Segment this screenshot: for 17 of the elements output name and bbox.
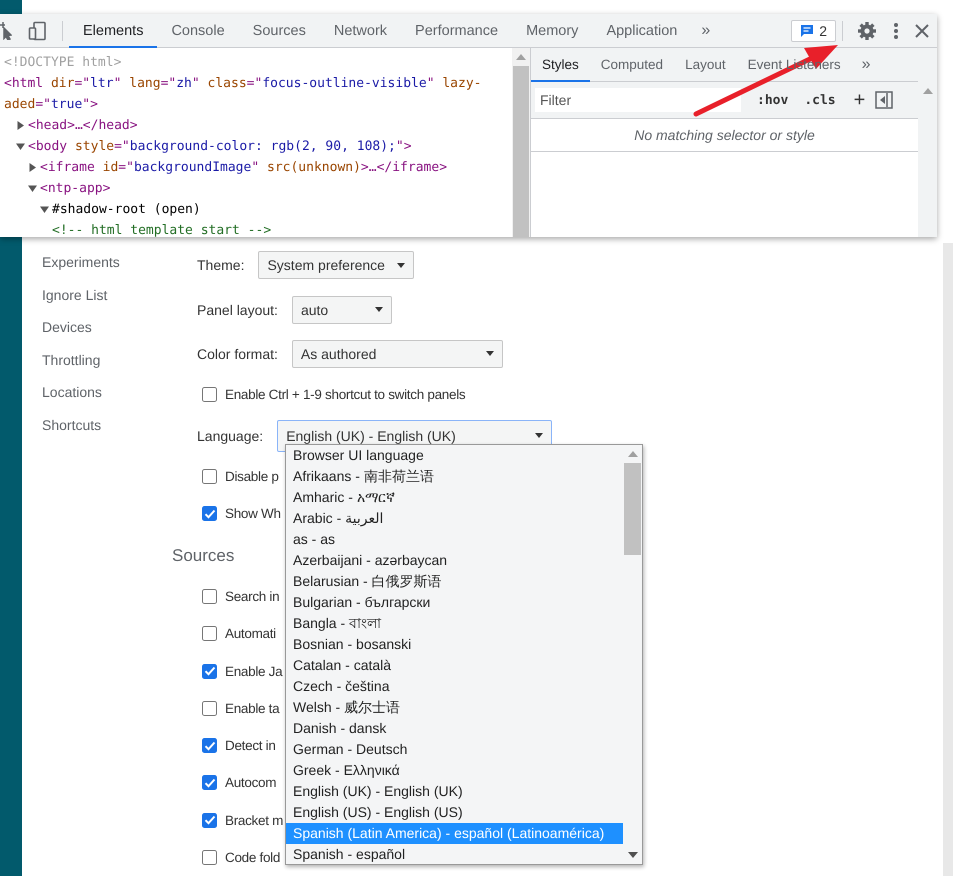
- checkbox-label: Show Wh: [225, 506, 281, 522]
- checkbox-label: Disable p: [225, 468, 279, 484]
- checkbox-label: Search in: [225, 589, 280, 604]
- setting-label: Language:: [197, 428, 264, 444]
- checkbox-label: Enable ta: [225, 700, 280, 716]
- empty-styles-message: No matching selector or style: [531, 119, 918, 152]
- setting-label: Color format:: [197, 346, 278, 362]
- setting-label: Panel layout:: [197, 302, 278, 318]
- checkbox-label: Code fold: [225, 850, 280, 865]
- checkbox-label: Detect in: [225, 738, 276, 754]
- section-heading: Sources: [172, 546, 234, 568]
- checkbox-label: Enable Ja: [225, 664, 282, 679]
- setting-label: Theme:: [197, 257, 244, 274]
- checkbox-label: Automati: [225, 626, 276, 642]
- checkbox-label: Enable Ctrl + 1-9 shortcut to switch panels: [225, 387, 466, 402]
- checkbox-label: Bracket m: [225, 812, 284, 828]
- checkbox-label: Autocom: [225, 775, 276, 790]
